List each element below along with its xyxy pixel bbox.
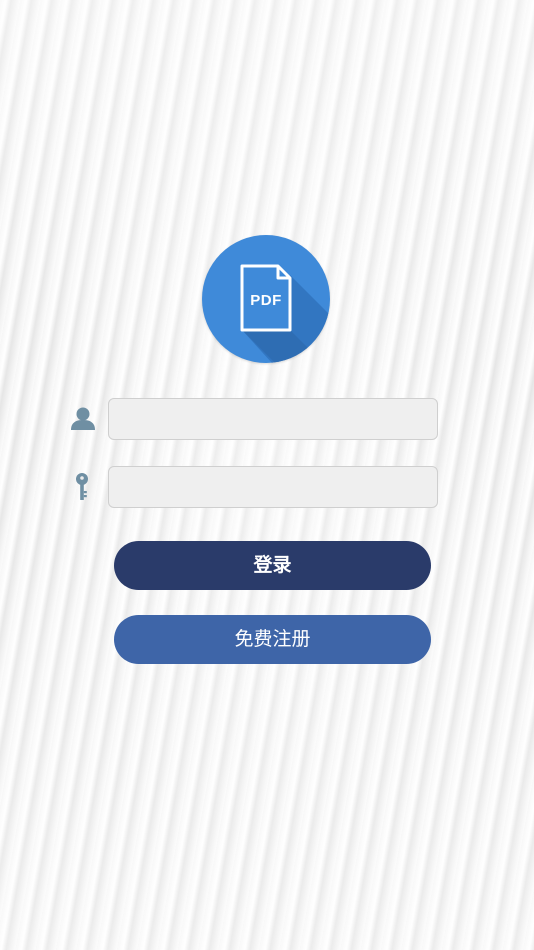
password-input[interactable] bbox=[108, 466, 438, 508]
username-input[interactable] bbox=[108, 398, 438, 440]
user-icon bbox=[68, 404, 98, 434]
app-logo: PDF bbox=[202, 235, 330, 363]
username-row bbox=[68, 398, 440, 440]
register-button[interactable]: 免费注册 bbox=[114, 615, 431, 664]
password-row bbox=[68, 466, 440, 508]
login-button[interactable]: 登录 bbox=[114, 541, 431, 590]
key-icon bbox=[68, 472, 98, 502]
logo-label: PDF bbox=[250, 292, 282, 309]
